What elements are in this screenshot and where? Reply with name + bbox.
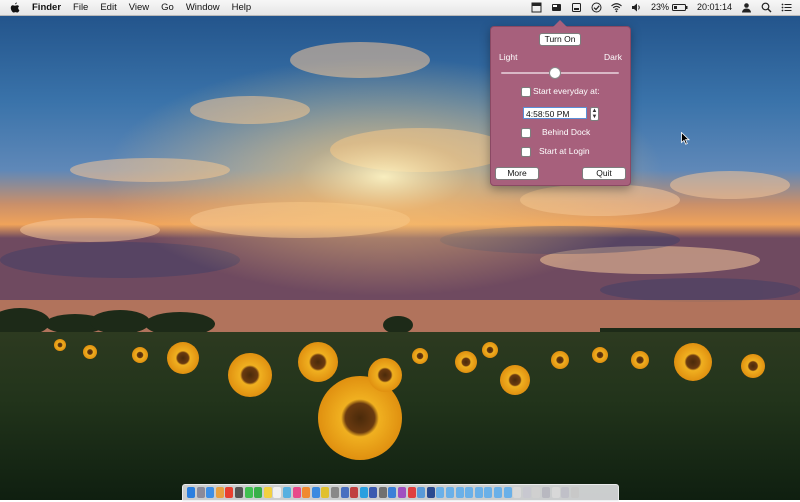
time-stepper[interactable]: ▲ ▼ — [590, 107, 599, 121]
battery-icon[interactable] — [671, 2, 688, 13]
light-label: Light — [499, 52, 518, 62]
battery-percentage: 23% — [650, 2, 669, 12]
folder-icon[interactable] — [503, 487, 512, 498]
behind-dock-checkbox[interactable] — [521, 128, 531, 138]
start-everyday-checkbox[interactable] — [521, 87, 531, 97]
app-icon[interactable] — [378, 487, 387, 498]
itunes-icon[interactable] — [292, 487, 301, 498]
turn-on-button[interactable]: Turn On — [539, 33, 581, 46]
document-icon[interactable] — [551, 487, 560, 498]
mouse-cursor-icon — [681, 132, 690, 145]
folder-icon[interactable] — [436, 487, 445, 498]
notification-list-icon[interactable] — [781, 2, 792, 13]
app-icon[interactable] — [417, 487, 426, 498]
menu-edit[interactable]: Edit — [100, 0, 116, 15]
app-icon[interactable] — [398, 487, 407, 498]
folder-icon[interactable] — [446, 487, 455, 498]
app-icon[interactable] — [340, 487, 349, 498]
app-icon[interactable] — [426, 487, 435, 498]
folder-icon[interactable] — [474, 487, 483, 498]
folder-icon[interactable] — [494, 487, 502, 498]
behind-dock-label: Behind Dock — [542, 127, 591, 137]
menu-window[interactable]: Window — [186, 0, 220, 15]
document-icon[interactable] — [561, 487, 570, 498]
chrome-icon[interactable] — [321, 487, 330, 498]
calendar-icon[interactable] — [225, 487, 234, 498]
darkness-slider-knob[interactable] — [549, 67, 562, 79]
reminders-icon[interactable] — [273, 487, 282, 498]
maps-icon[interactable] — [282, 487, 291, 498]
apple-logo-icon[interactable] — [10, 2, 20, 13]
dropbox-icon[interactable] — [388, 487, 397, 498]
facetime-icon[interactable] — [254, 487, 263, 498]
menu-go[interactable]: Go — [161, 0, 174, 15]
finder-icon[interactable] — [187, 487, 195, 498]
dark-label: Dark — [604, 52, 622, 62]
night-mode-popover: Turn On Light Dark Start everyday at: 4:… — [490, 20, 631, 186]
launchpad-icon[interactable] — [196, 487, 205, 498]
start-at-login-label: Start at Login — [539, 146, 590, 156]
safari-icon[interactable] — [206, 487, 215, 498]
app-name-menu[interactable]: Finder — [32, 0, 61, 15]
photos-icon[interactable] — [215, 487, 224, 498]
quit-button[interactable]: Quit — [582, 167, 626, 180]
document-icon[interactable] — [532, 487, 541, 498]
start-everyday-label: Start everyday at: — [533, 86, 600, 96]
menu-bar: Finder File Edit View Go Window Help 23%… — [0, 0, 800, 16]
system-prefs-icon[interactable] — [330, 487, 339, 498]
folder-icon[interactable] — [484, 487, 493, 498]
dock — [182, 484, 619, 502]
app-icon[interactable] — [407, 487, 416, 498]
menu-file[interactable]: File — [73, 0, 88, 15]
folder-icon[interactable] — [465, 487, 474, 498]
wifi-icon[interactable] — [611, 2, 622, 13]
night-mode-icon[interactable] — [551, 2, 562, 13]
spotlight-icon[interactable] — [761, 2, 772, 13]
start-time-field[interactable]: 4:58:50 PM — [523, 107, 587, 119]
menu-view[interactable]: View — [129, 0, 149, 15]
trash-icon[interactable] — [570, 487, 579, 498]
check-icon[interactable] — [591, 2, 602, 13]
notes-icon[interactable] — [263, 487, 272, 498]
folder-icon[interactable] — [455, 487, 464, 498]
app-icon[interactable] — [350, 487, 359, 498]
skype-icon[interactable] — [359, 487, 368, 498]
screen-icon[interactable] — [571, 2, 582, 13]
document-icon[interactable] — [541, 487, 550, 498]
desktop-wallpaper — [0, 0, 800, 500]
app-window-icon[interactable] — [531, 2, 542, 13]
ibooks-icon[interactable] — [302, 487, 311, 498]
menu-help[interactable]: Help — [232, 0, 252, 15]
clock[interactable]: 20:01:14 — [697, 0, 732, 15]
document-icon[interactable] — [513, 487, 522, 498]
volume-icon[interactable] — [631, 2, 642, 13]
document-icon[interactable] — [522, 487, 531, 498]
app-store-icon[interactable] — [311, 487, 320, 498]
start-at-login-checkbox[interactable] — [521, 147, 531, 157]
app-icon[interactable] — [234, 487, 243, 498]
more-button[interactable]: More — [495, 167, 539, 180]
messages-icon[interactable] — [244, 487, 253, 498]
user-icon[interactable] — [741, 2, 752, 13]
app-icon[interactable] — [369, 487, 378, 498]
